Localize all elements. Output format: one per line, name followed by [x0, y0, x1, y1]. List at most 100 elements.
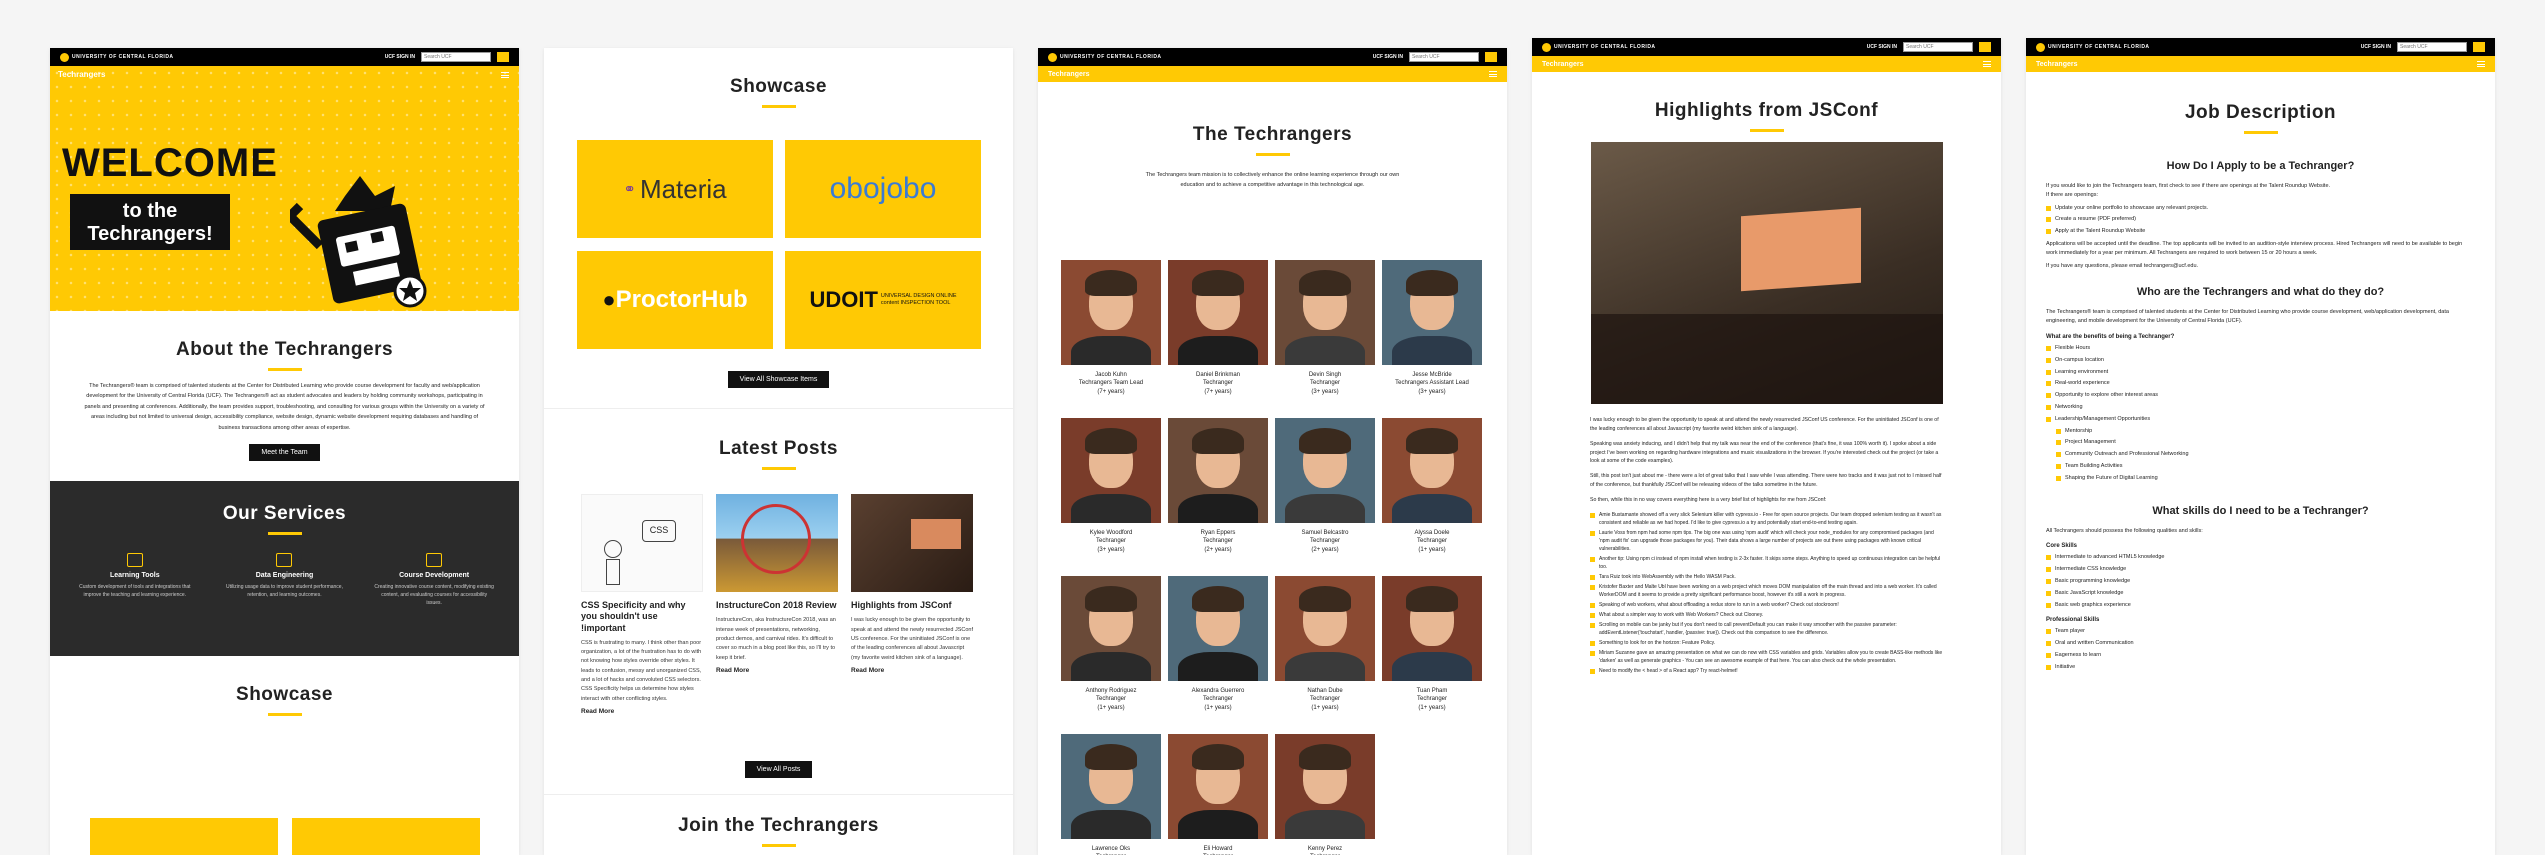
menu-icon[interactable]: [1983, 61, 1991, 67]
member-tenure: (2+ years): [1204, 546, 1232, 553]
ucf-search-input[interactable]: [1903, 42, 1973, 52]
search-icon[interactable]: [1979, 42, 1991, 52]
search-icon[interactable]: [497, 52, 509, 62]
bullet-icon: [2046, 590, 2051, 596]
about-section: About the Techrangers The Techrangers® t…: [50, 311, 519, 462]
view-all-showcase-button[interactable]: View All Showcase Items: [727, 371, 830, 388]
read-more-link[interactable]: Read More: [716, 667, 838, 674]
menu-icon[interactable]: [501, 72, 509, 78]
ucf-logo[interactable]: UNIVERSITY OF CENTRAL FLORIDA: [2036, 42, 2150, 52]
ucf-header-bar: UNIVERSITY OF CENTRAL FLORIDA UCF SIGN I…: [1532, 38, 2001, 56]
job-page-panel: UNIVERSITY OF CENTRAL FLORIDA UCF SIGN I…: [2026, 38, 2495, 855]
title-underline: [267, 532, 302, 536]
list-item: Miriam Suzanne gave an amazing presentat…: [1590, 649, 1943, 665]
read-more-link[interactable]: Read More: [581, 708, 703, 715]
ucf-signin-link[interactable]: UCF SIGN IN: [1867, 44, 1897, 50]
site-title[interactable]: Techrangers: [1542, 61, 1584, 68]
apply-title: How Do I Apply to be a Techranger?: [2166, 160, 2355, 172]
view-all-posts-button[interactable]: View All Posts: [744, 761, 813, 778]
ucf-search-input[interactable]: [1409, 52, 1479, 62]
team-member-card[interactable]: Eli HowardTechranger(11+ months): [1168, 734, 1268, 855]
search-icon[interactable]: [2473, 42, 2485, 52]
meet-team-button[interactable]: Meet the Team: [249, 444, 320, 462]
ucf-logo[interactable]: UNIVERSITY OF CENTRAL FLORIDA: [1048, 52, 1162, 62]
ucf-search-input[interactable]: [2397, 42, 2467, 52]
udoit-logo-text: UDOIT: [809, 287, 878, 312]
team-member-card[interactable]: Jesse McBride Techrangers Assistant Lead(…: [1382, 260, 1482, 396]
list-item: Learning environment: [2046, 368, 2475, 377]
robot-mascot-illustration: [290, 176, 427, 308]
showcase-tile-obojobo[interactable]: obojobo: [785, 140, 981, 238]
post-card-instructurecon[interactable]: InstructureCon 2018 Review InstructureCo…: [716, 494, 838, 674]
site-title[interactable]: Techrangers: [58, 70, 105, 79]
location-pin-icon: ●: [602, 287, 616, 312]
team-member-card[interactable]: Anthony Rodriguez Techranger (1+ years): [1061, 576, 1161, 712]
ucf-search-input[interactable]: [421, 52, 491, 62]
member-photo: [1168, 734, 1268, 839]
member-role: Techranger: [1095, 696, 1127, 703]
read-more-link[interactable]: Read More: [851, 667, 973, 674]
member-tenure: (3+ years): [1311, 388, 1339, 395]
list-item: Laurie Voss from npm had some npm tips. …: [1590, 529, 1943, 553]
bullet-icon: [2046, 217, 2051, 223]
showcase-tile-udoit[interactable]: UDOIT UNIVERSAL DESIGN ONLINE content IN…: [785, 251, 981, 349]
showcase-tile-materia[interactable]: ⚭ Materia: [577, 140, 773, 238]
bullet-icon: [2046, 404, 2051, 410]
bullet-icon: [2056, 452, 2061, 458]
team-member-card[interactable]: Kylee Woodford Techranger (3+ years): [1061, 418, 1161, 554]
showcase-tile-obojobo[interactable]: [292, 818, 480, 855]
list-item: Intermediate to advanced HTML5 knowledge: [2046, 553, 2475, 562]
team-member-card[interactable]: Kenny PerezTechranger(11+ months): [1275, 734, 1375, 855]
pegasus-icon: [1542, 42, 1551, 52]
list-item: Another tip: Using npm ci instead of npm…: [1590, 555, 1943, 571]
menu-icon[interactable]: [2477, 61, 2485, 67]
bullet-icon: [2056, 440, 2061, 446]
member-photo: [1168, 576, 1268, 681]
bullet-icon: [2056, 463, 2061, 469]
list-item: Community Outreach and Professional Netw…: [2056, 450, 2475, 459]
ucf-logo[interactable]: UNIVERSITY OF CENTRAL FLORIDA: [1542, 42, 1656, 52]
list-item: Intermediate CSS knowledge: [2046, 565, 2475, 574]
bullet-icon: [2046, 641, 2051, 647]
team-member-card[interactable]: Nathan Dube Techranger (1+ years): [1275, 576, 1375, 712]
team-member-card[interactable]: Tuan Pham Techranger (1+ years): [1382, 576, 1482, 712]
about-title: About the Techrangers: [175, 339, 394, 360]
team-member-card[interactable]: Daniel Brinkman Techranger (7+ years): [1168, 260, 1268, 396]
team-member-card[interactable]: Alexandra Guerrero Techranger (1+ years): [1168, 576, 1268, 712]
member-photo: [1382, 576, 1482, 681]
post-card-jsconf[interactable]: Highlights from JSConf I was lucky enoug…: [851, 494, 973, 674]
bullet-icon: [2046, 229, 2051, 235]
team-member-card[interactable]: Jacob Kuhn Techrangers Team Lead (7+ years…: [1061, 260, 1161, 396]
member-photo: [1168, 418, 1268, 523]
showcase-tile-materia[interactable]: [90, 818, 278, 855]
list-item: Something to look for on the horizon: Fe…: [1590, 639, 1943, 647]
showcase-tile-proctorhub[interactable]: ● ProctorHub: [577, 251, 773, 349]
team-member-card[interactable]: Devin Singh Techranger (3+ years): [1275, 260, 1375, 396]
team-member-card[interactable]: Ryan Eppers Techranger (2+ years): [1168, 418, 1268, 554]
site-title[interactable]: Techrangers: [2036, 61, 2078, 68]
member-role: Techranger: [1202, 696, 1234, 703]
ucf-logo[interactable]: UNIVERSITY OF CENTRAL FLORIDA: [60, 52, 174, 62]
bullet-icon: [2046, 555, 2051, 561]
ucf-signin-link[interactable]: UCF SIGN IN: [385, 54, 415, 60]
member-photo: [1061, 576, 1161, 681]
list-item: Kristofer Baxter and Malte Ubl have been…: [1590, 583, 1943, 599]
bullet-icon: [2046, 205, 2051, 211]
ucf-signin-link[interactable]: UCF SIGN IN: [2361, 44, 2391, 50]
core-skills-list: Intermediate to advanced HTML5 knowledge…: [2046, 553, 2475, 609]
bullet-icon: [1590, 622, 1595, 628]
bullet-icon: [2046, 664, 2051, 670]
pegasus-icon: [60, 52, 69, 62]
ucf-signin-link[interactable]: UCF SIGN IN: [1373, 54, 1403, 60]
team-member-card[interactable]: Lawrence OksTechranger(11+ months): [1061, 734, 1161, 855]
conference-photo: [1590, 142, 1943, 404]
search-icon[interactable]: [1485, 52, 1497, 62]
menu-icon[interactable]: [1489, 71, 1497, 77]
team-member-card[interactable]: Samuel Belcastro Techranger (2+ years): [1275, 418, 1375, 554]
team-page-panel: UNIVERSITY OF CENTRAL FLORIDA UCF SIGN I…: [1038, 48, 1507, 855]
team-member-card[interactable]: Alyssa Doele Techranger (1+ years): [1382, 418, 1482, 554]
post-card-css[interactable]: CSS CSS Specificity and why you shouldn'…: [581, 494, 703, 715]
member-name: Jacob Kuhn: [1095, 372, 1127, 378]
site-title[interactable]: Techrangers: [1048, 71, 1090, 78]
title-underline: [267, 713, 302, 717]
